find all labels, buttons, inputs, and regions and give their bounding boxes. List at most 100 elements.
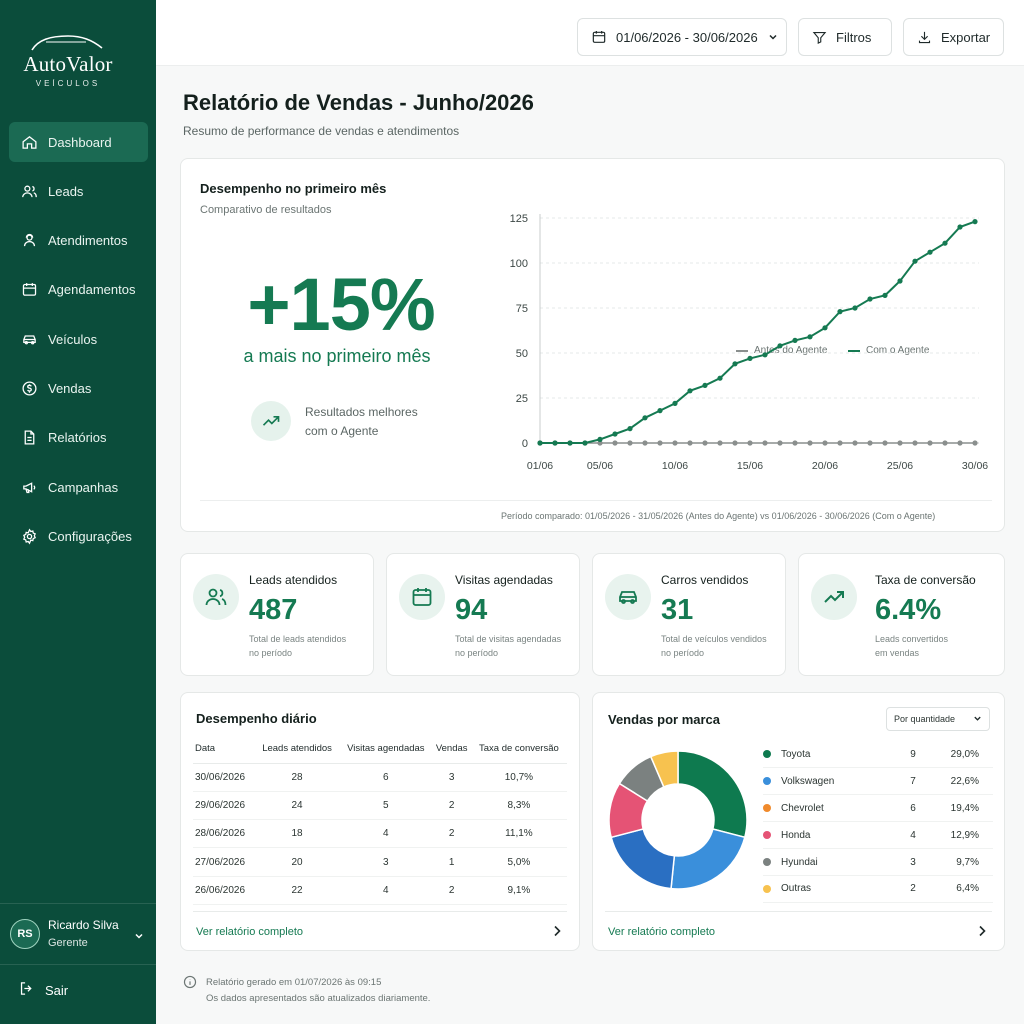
brand-name: Toyota [781,748,811,760]
donut-chart [608,750,748,890]
chevron-right-icon[interactable] [552,924,562,942]
table-cell: 2 [883,875,943,903]
table-cell: 2 [432,876,471,905]
user-name: Ricardo Silva [48,917,119,932]
export-button[interactable]: Exportar [903,18,1004,56]
kpi-label: Leads atendidos [249,573,338,587]
table-cell: 29,0% [943,741,993,769]
data-point [972,219,978,225]
calendar-icon [399,574,445,620]
sidebar-item-label: Veículos [48,331,98,347]
brands-mode-select[interactable]: Por quantidade [886,707,990,731]
table-cell: 19,4% [943,794,993,823]
y-tick-label: 0 [522,438,528,450]
sidebar-item-veiculos[interactable]: Veículos [9,319,148,359]
chevron-right-icon[interactable] [977,924,987,942]
table-cell: 1 [432,847,471,877]
table-row: 28/06/2026 18 4 2 11,1% [193,819,567,849]
data-point [957,224,963,230]
data-point [552,440,558,446]
gear-icon [20,527,38,545]
table-row: Toyota 9 29,0% [763,741,993,769]
data-point [912,258,918,264]
data-point [762,352,768,358]
table-cell: 5,0% [470,847,567,877]
sidebar-item-configuracoes[interactable]: Configurações [9,516,148,556]
data-point [612,431,618,437]
data-point [777,343,783,349]
sidebar-item-leads[interactable]: Leads [9,171,148,211]
sidebar-item-label: Leads [48,183,84,199]
table-cell: 29/06/2026 [193,791,255,821]
kpi-card-visitas: Visitas agendadas 94 Total de visitas ag… [386,553,580,676]
sidebar-item-vendas[interactable]: Vendas [9,368,148,408]
chevron-down-icon [973,714,982,725]
page-title: Relatório de Vendas - Junho/2026 [183,90,534,115]
data-point [867,296,873,302]
performance-note: Resultados melhores com o Agente [305,403,418,440]
table-cell: 3 [339,847,433,877]
car-logo-icon [31,35,103,51]
export-label: Exportar [941,29,991,45]
y-tick-label: 100 [510,258,528,270]
table-cell: 18 [255,819,340,849]
performance-subtitle: Comparativo de resultados [200,204,332,216]
home-icon [20,133,38,151]
chevron-down-icon[interactable] [134,928,144,946]
user-menu[interactable]: RS Ricardo Silva Gerente [0,903,156,965]
logout-button[interactable]: Sair [18,980,68,1000]
dollar-icon [20,379,38,397]
card-divider [200,500,992,501]
table-row: Hyundai 3 9,7% [763,848,993,876]
brand-cell: Outras [763,875,883,903]
kpi-card-carros: Carros vendidos 31 Total de veículos ven… [592,553,786,676]
table-row: Chevrolet 6 19,4% [763,794,993,823]
legend-dot [763,830,771,839]
kpi-description: Leads convertidos em vendas [875,632,995,661]
performance-note-line1: Resultados melhores [305,405,418,419]
brand-name: Chevrolet [781,802,824,814]
sidebar-item-agendamentos[interactable]: Agendamentos [9,270,148,310]
date-range-value: 01/06/2026 - 30/06/2026 [616,29,758,45]
date-range-picker[interactable]: 01/06/2026 - 30/06/2026 [577,18,787,56]
brands-full-report-link[interactable]: Ver relatório completo [608,926,715,938]
sidebar-item-label: Campanhas [48,479,119,495]
daily-full-report-link[interactable]: Ver relatório completo [196,926,303,938]
table-cell: 2 [432,791,471,821]
data-point [897,278,903,284]
sidebar-item-atendimentos[interactable]: Atendimentos [9,221,148,261]
sidebar-item-campanhas[interactable]: Campanhas [9,467,148,507]
users-icon [193,574,239,620]
x-tick-label: 25/06 [887,460,913,472]
sidebar-item-relatorios[interactable]: Relatórios [9,418,148,458]
table-row: 26/06/2026 22 4 2 9,1% [193,876,567,905]
table-cell: 12,9% [943,821,993,850]
top-bar: 01/06/2026 - 30/06/2026 Filtros Exportar [156,0,1024,66]
brand-name: Hyundai [781,856,818,868]
kpi-desc-line2: no período [661,648,705,659]
sidebar-item-label: Atendimentos [48,233,128,249]
table-cell: 22,6% [943,767,993,796]
brand-name: Honda [781,829,811,841]
table-cell: 6,4% [943,875,993,903]
data-point [822,325,828,331]
table-row: 29/06/2026 24 5 2 8,3% [193,791,567,821]
data-point [927,440,933,446]
select-value: Por quantidade [894,714,956,724]
brand-cell: Volkswagen [763,767,883,796]
data-point [942,240,948,246]
trend-up-icon [251,401,291,441]
sidebar-item-label: Agendamentos [48,282,136,298]
y-tick-label: 125 [510,213,528,225]
performance-footnote: Período comparado: 01/05/2026 - 31/05/20… [501,511,936,521]
kpi-desc-line1: Total de leads atendidos [249,634,347,644]
donut-slice [610,828,676,890]
filters-button[interactable]: Filtros [798,18,892,56]
sidebar-item-dashboard[interactable]: Dashboard [9,122,148,162]
logo: AutoValor VEÍCULOS [0,30,136,88]
table-cell: 10,7% [470,763,567,792]
data-point [957,440,963,446]
data-point [717,375,723,381]
data-point [837,309,843,315]
table-row: Outras 2 6,4% [763,875,993,903]
